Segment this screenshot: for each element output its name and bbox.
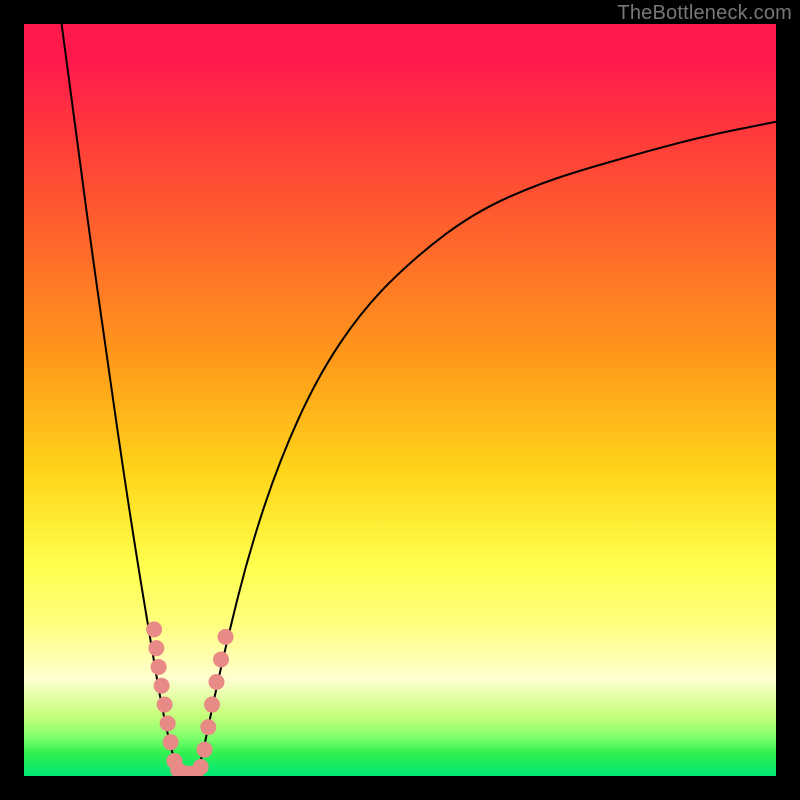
chart-frame: TheBottleneck.com <box>0 0 800 800</box>
chart-curves-layer <box>62 24 776 776</box>
chart-marker <box>148 640 164 656</box>
chart-marker <box>160 715 176 731</box>
chart-plot-area <box>24 24 776 776</box>
chart-marker <box>146 621 162 637</box>
watermark-text: TheBottleneck.com <box>617 2 792 25</box>
chart-marker <box>213 651 229 667</box>
chart-marker <box>154 678 170 694</box>
chart-marker <box>193 759 209 775</box>
chart-marker <box>151 659 167 675</box>
chart-marker <box>209 674 225 690</box>
chart-marker <box>218 629 234 645</box>
chart-markers-layer <box>146 621 233 776</box>
chart-marker <box>204 697 220 713</box>
chart-svg <box>24 24 776 776</box>
chart-series-right-curve <box>197 122 776 776</box>
chart-marker <box>163 734 179 750</box>
chart-marker <box>196 742 212 758</box>
chart-marker <box>200 719 216 735</box>
chart-marker <box>157 697 173 713</box>
